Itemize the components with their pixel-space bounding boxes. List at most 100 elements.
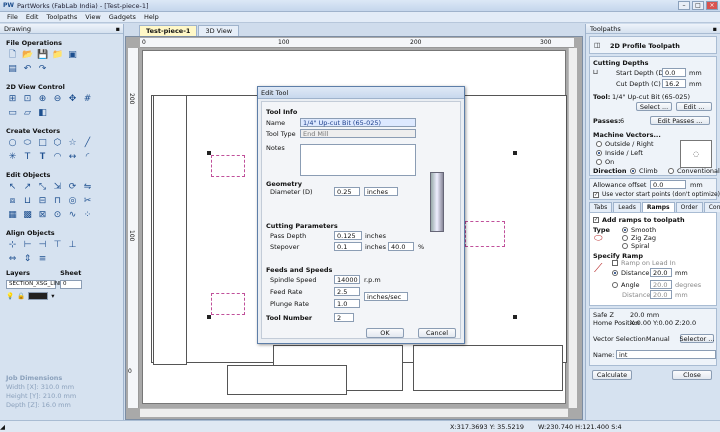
feed-units-select[interactable]: inches/sec [364,292,408,301]
stepover-input[interactable]: 0.1 [334,242,362,251]
selected-vector[interactable] [465,221,505,247]
new-file-icon[interactable]: 🗋 [7,50,18,61]
ungroup-icon[interactable]: ▩ [22,210,33,221]
offset-icon[interactable]: ◎ [67,196,78,207]
zoom-extents-icon[interactable]: ⊞ [7,94,18,105]
array-icon[interactable]: ⁘ [82,210,93,221]
toolpath-name-input[interactable]: int [616,350,716,359]
group-icon[interactable]: ▦ [7,210,18,221]
diameter-units-select[interactable]: inches [364,187,398,196]
layer-menu-icon[interactable]: ▾ [51,292,54,300]
node-edit-icon[interactable]: ✳ [7,152,18,163]
outside-right-option[interactable]: Outside / Right [596,140,654,148]
selection-handle[interactable] [513,315,517,319]
ramp-lead-in-checkbox[interactable]: Ramp on Lead In [612,259,676,267]
selected-vector[interactable] [211,293,245,315]
menu-edit[interactable]: Edit [23,13,42,21]
add-ramps-checkbox[interactable]: ✓ Add ramps to toolpath [593,216,685,224]
arc-icon[interactable]: ◜ [82,152,93,163]
align-left-icon[interactable]: ⊢ [22,240,33,251]
tab-test-piece[interactable]: Test-piece-1 [139,25,198,36]
menu-file[interactable]: File [4,13,21,21]
trim-icon[interactable]: ✂ [82,196,93,207]
spindle-input[interactable]: 14000 [334,275,360,284]
circle-icon[interactable]: ○ [7,138,18,149]
text-icon[interactable]: T [22,152,33,163]
vector-bottom-block[interactable] [227,365,347,395]
pass-depth-input[interactable]: 0.125 [334,231,362,240]
calculate-button[interactable]: Calculate [592,370,632,380]
plunge-rate-input[interactable]: 1.0 [334,299,360,308]
pin-icon[interactable]: ▪ [713,24,717,34]
cut-depth-input[interactable]: 16.2 [662,79,686,88]
rotate-icon[interactable]: ⟳ [67,182,78,193]
tab-tabs[interactable]: Tabs [589,202,613,212]
stepover-pct-input[interactable]: 40.0 [388,242,414,251]
node-select-icon[interactable]: ↗ [22,182,33,193]
zoom-box-icon[interactable]: ⊡ [22,94,33,105]
distort-icon[interactable]: ⧈ [7,196,18,207]
climb-option[interactable]: Climb [630,167,658,175]
weld-icon[interactable]: ⊔ [22,196,33,207]
angle-option[interactable]: Angle [612,281,640,289]
layer-color[interactable] [28,292,49,300]
star-icon[interactable]: ☆ [67,138,78,149]
ok-button[interactable]: OK [366,328,404,338]
selection-handle[interactable] [513,151,517,155]
selection-handle[interactable] [207,315,211,319]
scale-icon[interactable]: ⇲ [52,182,63,193]
minimize-button[interactable]: – [678,1,690,10]
pin-icon[interactable]: ▪ [116,24,120,34]
zigzag-option[interactable]: Zig Zag [622,234,656,242]
intersect-icon[interactable]: ⊓ [52,196,63,207]
menu-gadgets[interactable]: Gadgets [106,13,139,21]
selection-handle[interactable] [207,151,211,155]
on-option[interactable]: On [596,158,614,166]
vector-bottom-block[interactable] [413,345,563,391]
grid-icon[interactable]: # [82,94,93,105]
horizontal-scrollbar[interactable] [140,408,568,417]
tool-number-input[interactable]: 2 [334,313,354,322]
mirror-icon[interactable]: ⇋ [82,182,93,193]
start-depth-input[interactable]: 0.0 [662,68,686,77]
import-bitmap-icon[interactable]: ▣ [67,50,78,61]
dimension-icon[interactable]: ↔ [67,152,78,163]
zoom-in-icon[interactable]: ⊕ [37,94,48,105]
layer-select[interactable]: SECTION_XSG_LINE [6,280,63,289]
sheet-select[interactable]: 0 [60,280,82,289]
selected-vector[interactable] [211,155,245,177]
diameter-input[interactable]: 0.25 [334,187,360,196]
pan-icon[interactable]: ✥ [67,94,78,105]
feed-rate-input[interactable]: 2.5 [334,287,360,296]
bulb-icon[interactable]: 💡 [6,292,14,300]
redo-icon[interactable]: ↷ [37,64,48,75]
inside-left-option[interactable]: Inside / Left [596,149,643,157]
tool-name-input[interactable]: 1/4" Up-cut Bit (65-025) [300,118,416,127]
select-icon[interactable]: ↖ [7,182,18,193]
save-icon[interactable]: 💾 [37,50,48,61]
subtract-icon[interactable]: ⊟ [37,196,48,207]
maximize-button[interactable]: □ [692,1,704,10]
toggle-icon[interactable]: ◧ [37,108,48,119]
undo-icon[interactable]: ↶ [22,64,33,75]
distance-input[interactable]: 20.0 [650,268,672,277]
distance2-input[interactable]: 20.0 [650,290,672,299]
allowance-input[interactable]: 0.0 [650,180,686,189]
center-v-icon[interactable]: ⇕ [22,254,33,265]
rectangle-icon[interactable]: □ [37,138,48,149]
fillet-icon[interactable]: ◠ [52,152,63,163]
text-on-curve-icon[interactable]: 𝐓 [37,152,48,163]
transform-icon[interactable]: ⤡ [37,182,48,193]
align-bottom-icon[interactable]: ⊥ [67,240,78,251]
view-2d-icon[interactable]: ▭ [7,108,18,119]
angle-input[interactable]: 20.0 [650,280,672,289]
smooth-icon[interactable]: ∿ [67,210,78,221]
lock-icon[interactable]: 🔒 [17,292,25,300]
menu-toolpaths[interactable]: Toolpaths [43,13,80,21]
vector-left-strip[interactable] [153,95,187,365]
align-right-icon[interactable]: ⊣ [37,240,48,251]
job-setup-icon[interactable]: ▤ [7,64,18,75]
align-center-icon[interactable]: ⊹ [7,240,18,251]
selector-button[interactable]: Selector ... [680,334,714,343]
distance-option[interactable]: Distance [612,269,649,277]
